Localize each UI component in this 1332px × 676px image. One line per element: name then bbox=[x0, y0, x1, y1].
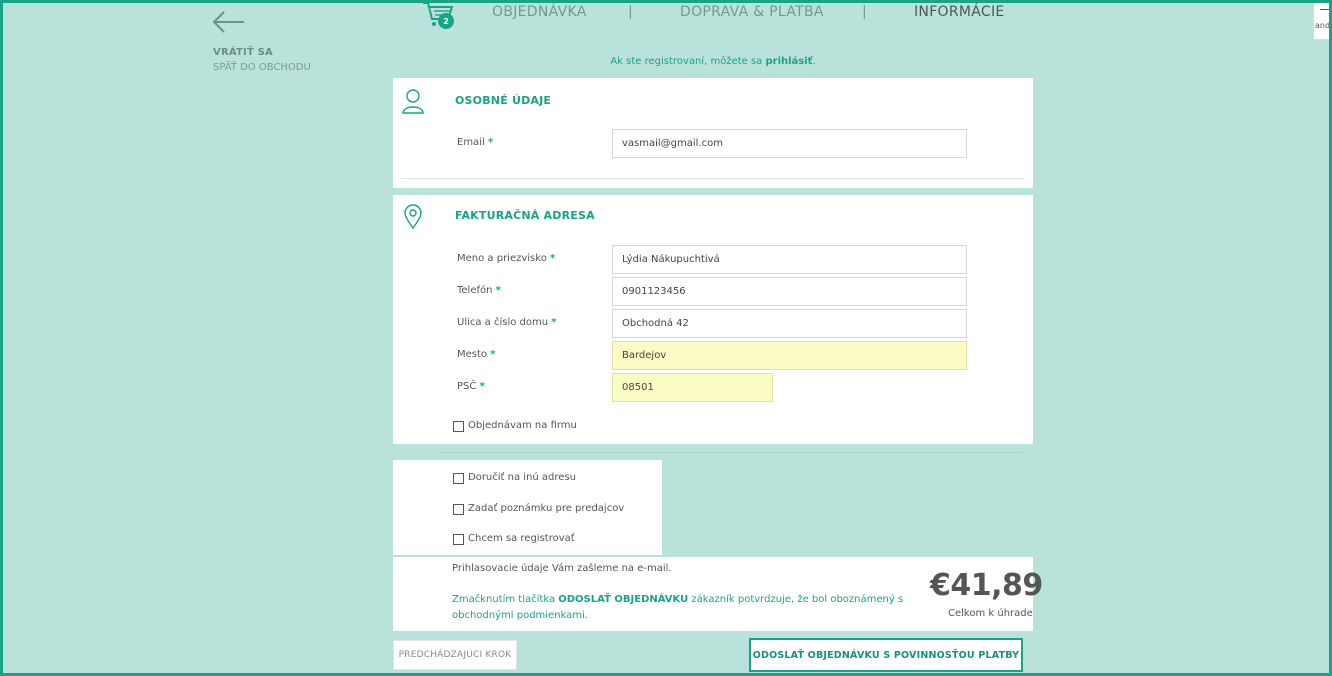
total-label: Celkom k úhrade bbox=[948, 608, 1033, 619]
other-address-checkbox[interactable] bbox=[453, 473, 464, 484]
total-price: €41,89 bbox=[930, 568, 1043, 603]
login-note-prefix: Ak ste registrovaní, môžete sa bbox=[610, 56, 766, 67]
login-info-text: Prihlasovacie údaje Vám zašleme na e-mai… bbox=[452, 563, 672, 574]
login-link[interactable]: prihlásiť bbox=[765, 56, 812, 67]
name-label: Meno a priezvisko * bbox=[457, 253, 556, 264]
step-separator: | bbox=[862, 4, 867, 20]
section-divider bbox=[401, 178, 1024, 179]
billing-address-title: FAKTURAČNÁ ADRESA bbox=[455, 209, 595, 222]
register-checkbox[interactable] bbox=[453, 534, 464, 545]
other-address-label[interactable]: Doručiť na inú adresu bbox=[468, 472, 576, 483]
submit-order-button[interactable]: ODOSLAŤ OBJEDNÁVKU S POVINNOSŤOU PLATBY bbox=[749, 638, 1023, 672]
step-informacie[interactable]: INFORMÁCIE bbox=[914, 4, 1005, 20]
company-checkbox[interactable] bbox=[453, 421, 464, 432]
previous-step-button[interactable]: PREDCHÁDZAJÚCI KROK bbox=[393, 640, 517, 670]
back-subtitle[interactable]: SPÄŤ DO OBCHODU bbox=[213, 62, 311, 73]
zip-label: PSČ * bbox=[457, 381, 485, 392]
user-icon bbox=[402, 89, 424, 114]
personal-details-title: OSOBNÉ ÚDAJE bbox=[455, 94, 552, 107]
phone-input[interactable]: 0901123456 bbox=[612, 277, 967, 306]
login-note: Ak ste registrovaní, môžete sa prihlásiť… bbox=[393, 56, 1033, 67]
step-separator: | bbox=[628, 4, 633, 20]
cart-count-badge: 2 bbox=[438, 13, 454, 29]
street-label: Ulica a číslo domu * bbox=[457, 317, 557, 328]
location-pin-icon bbox=[404, 204, 422, 230]
email-input[interactable]: vasmail@gmail.com bbox=[612, 129, 967, 158]
terms-text: Zmačknutím tlačítka ODOSLAŤ OBJEDNÁVKU z… bbox=[452, 594, 904, 621]
company-checkbox-label[interactable]: Objednávam na firmu bbox=[468, 420, 577, 431]
side-widget[interactable]: and bbox=[1313, 0, 1332, 40]
back-arrow-icon[interactable] bbox=[212, 8, 246, 36]
seller-note-checkbox[interactable] bbox=[453, 504, 464, 515]
zip-input[interactable]: 08501 bbox=[612, 373, 773, 402]
step-doprava-platba[interactable]: DOPRAVA & PLATBA bbox=[680, 4, 824, 20]
street-input[interactable]: Obchodná 42 bbox=[612, 309, 967, 338]
section-divider bbox=[438, 452, 1022, 453]
name-input[interactable]: Lýdia Nákupuchtivá bbox=[612, 245, 967, 274]
back-title[interactable]: VRÁTIŤ SA bbox=[213, 47, 273, 58]
side-widget-text: and bbox=[1315, 21, 1331, 30]
login-note-suffix: . bbox=[812, 56, 816, 67]
email-label: Email * bbox=[457, 137, 494, 148]
city-label: Mesto * bbox=[457, 349, 496, 360]
side-widget-line bbox=[1320, 9, 1330, 10]
city-input[interactable]: Bardejov bbox=[612, 341, 967, 370]
step-objednavka[interactable]: OBJEDNÁVKA bbox=[492, 4, 587, 20]
register-label[interactable]: Chcem sa registrovať bbox=[468, 533, 575, 544]
phone-label: Telefón * bbox=[457, 285, 501, 296]
seller-note-label[interactable]: Zadať poznámku pre predajcov bbox=[468, 503, 624, 514]
